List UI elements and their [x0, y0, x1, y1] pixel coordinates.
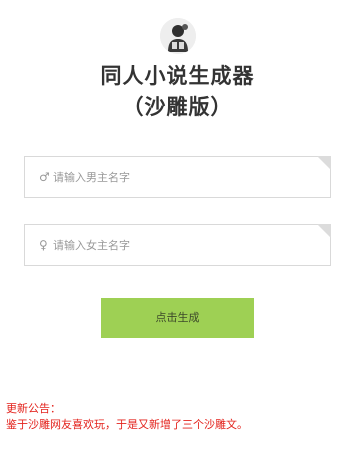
generate-button[interactable]: 点击生成 — [101, 298, 254, 338]
corner-decoration — [317, 156, 331, 170]
male-symbol-icon: ♂ — [39, 170, 50, 184]
page-title: 同人小说生成器 — [100, 64, 255, 88]
male-name-input[interactable] — [53, 157, 313, 197]
update-notice: 更新公告： 鉴于沙雕网友喜欢玩，于是又新增了三个沙雕文。 — [6, 401, 248, 433]
male-name-field[interactable]: ♂ — [24, 156, 331, 198]
notice-body: 鉴于沙雕网友喜欢玩，于是又新增了三个沙雕文。 — [6, 418, 248, 431]
female-symbol-icon: ♀ — [39, 238, 48, 252]
female-name-input[interactable] — [53, 225, 313, 265]
notice-heading: 更新公告： — [6, 402, 61, 415]
page: 同人小说生成器 （沙雕版） ♂ ♀ 点击生成 更新公告： 鉴于沙雕网友喜欢玩，于… — [0, 0, 355, 468]
page-subtitle: （沙雕版） — [122, 95, 233, 119]
avatar-portrait-icon — [160, 18, 196, 54]
female-name-field[interactable]: ♀ — [24, 224, 331, 266]
corner-decoration — [317, 224, 331, 238]
